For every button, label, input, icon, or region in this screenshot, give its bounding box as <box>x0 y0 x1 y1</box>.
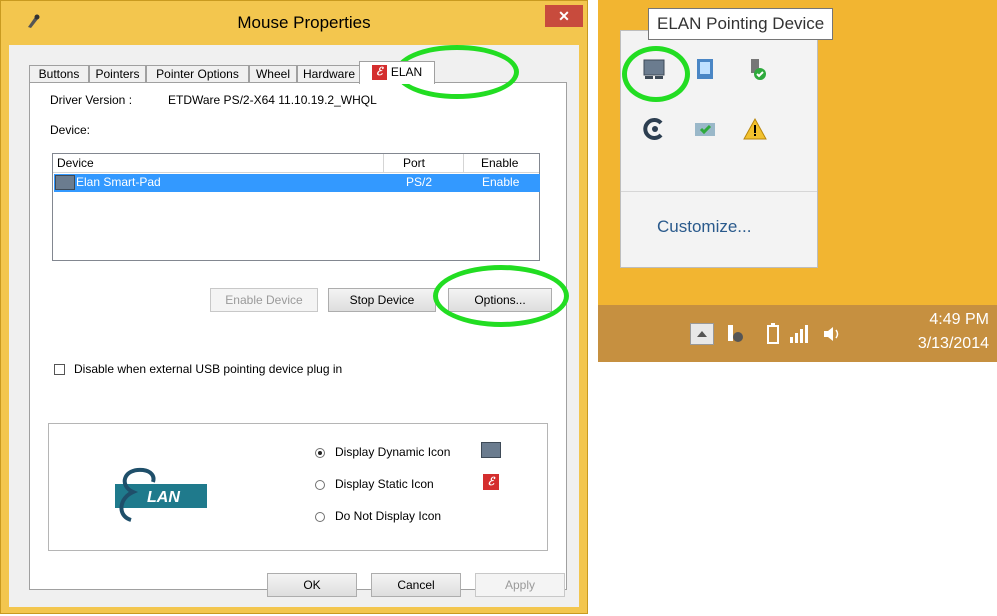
column-enable[interactable]: Enable <box>481 156 518 170</box>
tab-elan[interactable]: ℰ ELAN <box>359 61 435 84</box>
device-label: Device: <box>50 123 91 137</box>
svg-text:LAN: LAN <box>147 489 180 506</box>
action-center-icon[interactable] <box>724 323 746 348</box>
device-row-selected[interactable]: Elan Smart-Pad PS/2 Enable <box>54 174 540 192</box>
device-enable: Enable <box>482 175 520 189</box>
apply-button[interactable]: Apply <box>475 573 565 597</box>
driver-version-label: Driver Version : <box>50 93 133 107</box>
touchpad-icon <box>55 175 75 190</box>
column-port[interactable]: Port <box>403 156 425 170</box>
cancel-button[interactable]: Cancel <box>371 573 461 597</box>
icon-display-group: LAN Display Dynamic Icon Display Static … <box>48 423 548 551</box>
dynamic-pad-icon <box>481 442 501 458</box>
disable-external-usb-label: Disable when external USB pointing devic… <box>74 362 343 376</box>
radio-no-icon[interactable] <box>315 512 325 522</box>
device-name: Elan Smart-Pad <box>76 175 161 189</box>
ok-button[interactable]: OK <box>267 573 357 597</box>
device-list-header: Device Port Enable <box>53 154 539 173</box>
tab-hardware[interactable]: Hardware <box>297 65 361 83</box>
tray-tooltip: ELAN Pointing Device <box>648 8 834 40</box>
device-list[interactable]: Device Port Enable Elan Smart-Pad PS/2 E… <box>52 153 540 261</box>
clock-time[interactable]: 4:49 PM <box>929 311 989 329</box>
mouse-properties-dialog: Mouse Properties ✕ Buttons Pointers Poin… <box>0 0 588 614</box>
warning-icon[interactable] <box>743 117 767 141</box>
radio-static-label: Display Static Icon <box>335 477 434 491</box>
highlight-ring-options <box>433 265 569 327</box>
network-share-icon[interactable] <box>693 57 717 81</box>
tab-pointers[interactable]: Pointers <box>89 65 146 83</box>
tab-buttons[interactable]: Buttons <box>29 65 89 83</box>
show-hidden-icons-button[interactable] <box>690 323 714 345</box>
radio-dynamic-icon[interactable] <box>315 448 325 458</box>
desktop-tray-panel: ELAN Pointing Device Customize... 4:49 P… <box>598 0 997 362</box>
elan-tab-page: Driver Version : ETDWare PS/2-X64 11.10.… <box>29 82 567 590</box>
sync-app-icon[interactable] <box>642 117 666 141</box>
radio-static-icon[interactable] <box>315 480 325 490</box>
battery-icon[interactable] <box>766 323 780 348</box>
tab-elan-label: ELAN <box>390 65 423 79</box>
static-elan-icon: ℰ <box>483 474 499 490</box>
chevron-up-icon <box>697 331 707 337</box>
clock-date[interactable]: 3/13/2014 <box>918 335 989 353</box>
driver-version-value: ETDWare PS/2-X64 11.10.19.2_WHQL <box>168 93 377 107</box>
stop-device-button[interactable]: Stop Device <box>328 288 436 312</box>
tab-wheel[interactable]: Wheel <box>249 65 297 83</box>
close-button[interactable]: ✕ <box>545 5 583 27</box>
customize-link[interactable]: Customize... <box>657 217 751 237</box>
wifi-signal-icon[interactable] <box>788 323 810 348</box>
dialog-title: Mouse Properties <box>237 13 371 32</box>
tab-pointer-options[interactable]: Pointer Options <box>146 65 249 83</box>
highlight-ring-tray-icon <box>622 46 690 102</box>
title-bar[interactable]: Mouse Properties ✕ <box>1 1 587 45</box>
radio-no-icon-label: Do Not Display Icon <box>335 509 442 523</box>
enable-device-button[interactable]: Enable Device <box>210 288 318 312</box>
taskbar: 4:49 PM 3/13/2014 <box>598 305 997 362</box>
device-port: PS/2 <box>406 175 433 189</box>
elan-logo: LAN <box>115 467 207 522</box>
safely-remove-hardware-icon[interactable] <box>743 57 767 81</box>
checked-card-icon[interactable] <box>693 117 717 141</box>
disable-external-usb-checkbox[interactable] <box>54 364 65 375</box>
radio-dynamic-label: Display Dynamic Icon <box>335 445 451 459</box>
volume-icon[interactable] <box>822 323 844 348</box>
column-device[interactable]: Device <box>57 156 94 170</box>
elan-logo-icon: ℰ <box>371 65 387 81</box>
